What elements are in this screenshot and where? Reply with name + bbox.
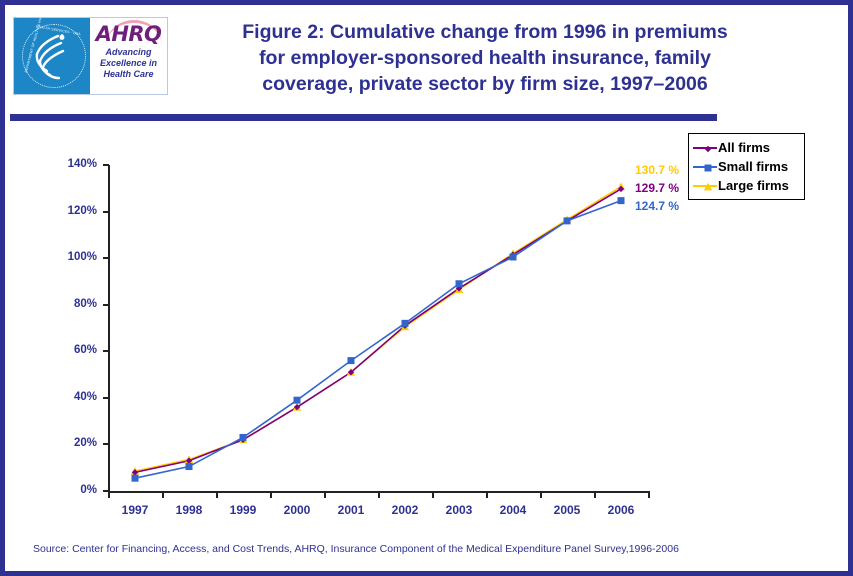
x-axis-tick — [324, 491, 326, 498]
header-divider — [10, 114, 717, 121]
data-point-marker-square — [401, 319, 409, 327]
series-line-large-firms — [134, 185, 622, 472]
data-point-marker-square — [347, 357, 355, 365]
x-axis-tick-label: 2000 — [283, 503, 311, 517]
figure-title-line-1: Figure 2: Cumulative change from 1996 in… — [242, 21, 728, 43]
legend-marker-icon — [704, 145, 712, 152]
data-point-marker-square — [563, 217, 571, 225]
ahrq-wordmark-block: AHRQ Advancing Excellence in Health Care — [90, 18, 167, 94]
data-point-marker-square — [293, 396, 301, 404]
data-point-marker-triangle — [703, 182, 713, 190]
x-axis-tick-label: 1999 — [229, 503, 257, 517]
x-axis-tick-label: 1998 — [175, 503, 203, 517]
x-axis-tick-label: 2004 — [499, 503, 527, 517]
series-end-value-label: 124.7 % — [635, 198, 680, 213]
x-axis-tick-label: 2006 — [607, 503, 635, 517]
data-point-marker-diamond — [704, 145, 712, 152]
ahrq-tagline: Advancing Excellence in Health Care — [90, 47, 167, 80]
legend-marker-icon — [704, 164, 712, 171]
x-axis-tick-label: 2002 — [391, 503, 419, 517]
x-axis-tick-label: 1997 — [121, 503, 149, 517]
data-point-marker-square — [704, 164, 712, 171]
data-point-marker-square — [185, 463, 193, 471]
x-axis-tick — [216, 491, 218, 498]
x-axis-tick — [162, 491, 164, 498]
figure-title-line-2: for employer-sponsored health insurance,… — [259, 47, 711, 69]
figure-page: · HEALTH SERVICES · USA DEPARTMENT OF HE… — [0, 0, 853, 576]
source-note: Source: Center for Financing, Access, an… — [33, 543, 679, 555]
x-axis-tick-label: 2005 — [553, 503, 581, 517]
legend-item-label: All firms — [718, 140, 771, 155]
series-end-value-label: 130.7 % — [635, 162, 680, 177]
data-point-marker-square — [131, 474, 139, 482]
x-axis-tick — [486, 491, 488, 498]
x-axis-tick — [594, 491, 596, 498]
x-axis-tick — [648, 491, 650, 498]
legend-swatch-square-icon — [692, 161, 718, 173]
y-axis-tick — [103, 164, 109, 166]
y-axis-tick — [103, 210, 109, 213]
data-point-marker-square — [617, 197, 625, 205]
legend-item[interactable]: Small firms — [692, 157, 801, 176]
y-axis-tick — [103, 350, 109, 353]
x-axis-tick — [270, 491, 272, 498]
legend-item[interactable]: All firms — [692, 138, 801, 157]
series-line-small-firms — [134, 199, 622, 479]
y-axis-tick — [103, 257, 109, 260]
x-axis-tick — [108, 491, 110, 498]
figure-header: · HEALTH SERVICES · USA DEPARTMENT OF HE… — [5, 5, 848, 105]
y-axis-tick — [103, 396, 109, 399]
hhs-seal-icon: · HEALTH SERVICES · USA DEPARTMENT OF HE… — [14, 18, 90, 94]
legend-item-label: Large firms — [718, 178, 789, 193]
figure-title-line-3: coverage, private sector by firm size, 1… — [262, 73, 708, 95]
ahrq-tagline-line-1: Advancing — [105, 47, 152, 57]
x-axis-tick-label: 2001 — [337, 503, 365, 517]
legend-item[interactable]: Large firms — [692, 176, 801, 195]
chart-legend: All firms Small firms Large firms — [688, 133, 805, 200]
x-axis-tick — [378, 491, 380, 498]
legend-item-label: Small firms — [718, 159, 789, 174]
ahrq-wordmark: AHRQ — [95, 22, 162, 46]
figure-title: Figure 2: Cumulative change from 1996 in… — [175, 19, 795, 97]
y-axis-tick — [103, 303, 109, 306]
x-axis-tick-label: 2003 — [445, 503, 473, 517]
legend-marker-icon — [703, 182, 713, 190]
data-point-marker-square — [239, 433, 247, 441]
legend-swatch-triangle-icon — [692, 180, 718, 192]
hhs-eagle-icon — [35, 34, 65, 80]
ahrq-tagline-line-3: Health Care — [103, 69, 154, 79]
ahrq-tagline-line-2: Excellence in — [99, 58, 158, 68]
legend-swatch-diamond-icon — [692, 142, 718, 154]
y-axis-tick — [103, 443, 109, 446]
x-axis-tick — [540, 491, 542, 498]
data-point-marker-square — [509, 253, 517, 261]
x-axis-tick — [432, 491, 434, 498]
data-point-marker-square — [455, 280, 463, 288]
ahrq-hhs-logo: · HEALTH SERVICES · USA DEPARTMENT OF HE… — [13, 17, 168, 95]
series-end-value-label: 129.7 % — [635, 180, 680, 195]
